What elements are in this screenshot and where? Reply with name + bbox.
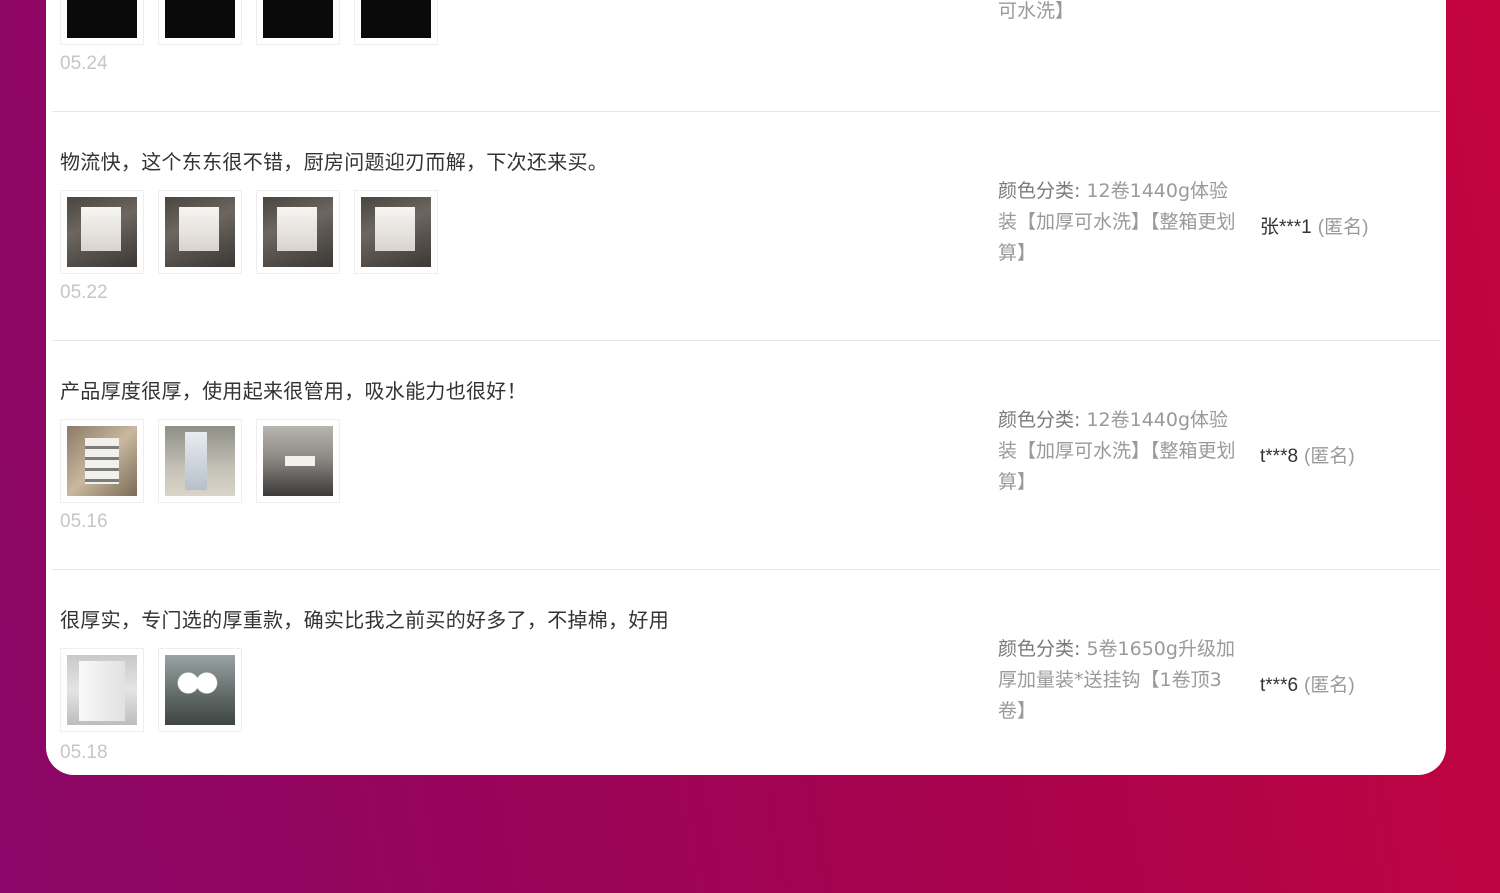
review-item: 很厚实，专门选的厚重款，确实比我之前买的好多了，不掉棉，好用 05.18 颜色分… [46, 570, 1446, 775]
review-thumbnails [60, 0, 452, 45]
dark-photo [165, 0, 235, 38]
review-date: 05.24 [60, 53, 108, 74]
review-thumbnail[interactable] [60, 648, 144, 732]
review-thumbnail[interactable] [60, 0, 144, 45]
sku-label: 颜色分类: [998, 638, 1081, 660]
review-date: 05.16 [60, 511, 108, 532]
counter-photo [165, 655, 235, 725]
reviewer-id: 张***1 [1260, 217, 1312, 238]
dark-photo [263, 0, 333, 38]
dark-photo [361, 0, 431, 38]
review-thumbnail[interactable] [256, 419, 340, 503]
box-photo [263, 197, 333, 267]
sku-label: 颜色分类: [998, 180, 1081, 202]
review-text: 很厚实，专门选的厚重款，确实比我之前买的好多了，不掉棉，好用 [60, 608, 669, 632]
review-thumbnail[interactable] [158, 648, 242, 732]
review-thumbnail[interactable] [158, 190, 242, 274]
review-text: 物流快，这个东东很不错，厨房问题迎刃而解，下次还来买。 [60, 150, 609, 174]
reviewer-id: t***6 [1260, 675, 1299, 696]
review-thumbnails [60, 419, 354, 503]
review-sku: 颜色分类: 12卷1440g体验装【加厚可水洗】【整箱更划算】 [998, 176, 1238, 269]
review-thumbnail[interactable] [158, 419, 242, 503]
reviewer-name: t***6 (匿名) [1260, 670, 1355, 697]
reviewer-name: t***8 (匿名) [1260, 441, 1355, 468]
dark-photo [67, 0, 137, 38]
review-date: 05.22 [60, 282, 108, 303]
reviewer-id: t***8 [1260, 446, 1299, 467]
review-sku: 颜色分类: 12卷1440g体验装【加厚可水洗】【整箱更划算】 [998, 405, 1238, 498]
review-sku: 颜色分类: 5卷1650g升级加厚加量装*送挂钩【1卷顶3卷】 [998, 634, 1238, 727]
tile-photo [263, 426, 333, 496]
box-photo [165, 197, 235, 267]
review-sku: 可水洗】 [998, 0, 1075, 22]
anonymous-tag: (匿名) [1304, 446, 1355, 467]
review-item: 产品厚度很厚，使用起来很管用，吸水能力也很好！ 05.16 颜色分类: 12卷1… [46, 341, 1446, 570]
review-item: 物流快，这个东东很不错，厨房问题迎刃而解，下次还来买。 05.22 颜色分类: … [46, 112, 1446, 341]
box-photo [361, 197, 431, 267]
review-date: 05.18 [60, 742, 108, 763]
review-thumbnail[interactable] [60, 190, 144, 274]
review-thumbnail[interactable] [60, 419, 144, 503]
review-thumbnail[interactable] [158, 0, 242, 45]
review-thumbnail[interactable] [256, 0, 340, 45]
anonymous-tag: (匿名) [1304, 675, 1355, 696]
sku-label: 颜色分类: [998, 409, 1081, 431]
review-thumbnail[interactable] [256, 190, 340, 274]
reviewer-name: 张***1 (匿名) [1260, 212, 1368, 239]
table-photo [165, 426, 235, 496]
anonymous-tag: (匿名) [1317, 217, 1369, 238]
towel-photo [67, 655, 137, 725]
review-thumbnail[interactable] [354, 0, 438, 45]
review-text: 产品厚度很厚，使用起来很管用，吸水能力也很好！ [60, 379, 527, 403]
review-thumbnails [60, 648, 256, 732]
reviews-card: 05.24 可水洗】 物流快，这个东东很不错，厨房问题迎刃而解，下次还来买。 0… [46, 0, 1446, 775]
box-photo [67, 197, 137, 267]
rolls-photo [67, 426, 137, 496]
review-thumbnails [60, 190, 452, 274]
review-thumbnail[interactable] [354, 190, 438, 274]
review-item: 05.24 可水洗】 [46, 0, 1446, 112]
